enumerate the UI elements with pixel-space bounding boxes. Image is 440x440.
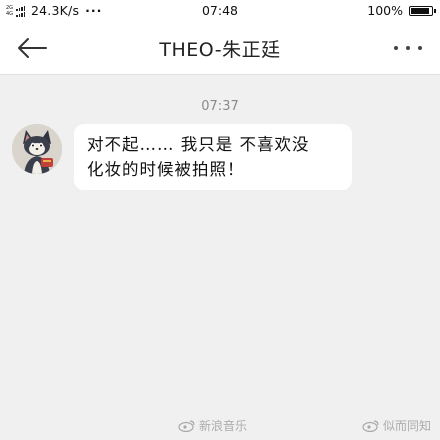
weibo-logo-icon bbox=[362, 420, 379, 432]
chat-area[interactable]: 07:37 对不起…… 我只是 不喜欢没 化妆的时候被拍照！ 新浪音乐 似而同知 bbox=[0, 75, 440, 440]
back-arrow-icon bbox=[18, 38, 47, 58]
watermark-text: 新浪音乐 bbox=[199, 419, 248, 433]
message-bubble[interactable]: 对不起…… 我只是 不喜欢没 化妆的时候被拍照！ bbox=[74, 124, 352, 190]
avatar[interactable] bbox=[12, 124, 62, 174]
battery-percent: 100% bbox=[367, 3, 403, 18]
more-dots-icon bbox=[394, 46, 422, 50]
battery-icon bbox=[409, 5, 436, 16]
watermark-text: 似而同知 bbox=[383, 419, 432, 433]
more-options-button[interactable] bbox=[390, 34, 426, 62]
conversation-title: THEO-朱正廷 bbox=[159, 39, 281, 61]
weibo-logo-icon bbox=[178, 420, 195, 432]
message-text-line: 化妆的时候被拍照！ bbox=[87, 160, 245, 179]
battery-fill bbox=[411, 7, 429, 14]
message-text-line: 对不起…… 我只是 不喜欢没 bbox=[87, 135, 310, 154]
watermark: 新浪音乐 bbox=[178, 417, 247, 434]
cartoon-cat-avatar-icon bbox=[12, 124, 62, 174]
status-right: 100% bbox=[367, 3, 436, 18]
back-button[interactable] bbox=[14, 34, 50, 62]
status-bar: 2G 4G 24.3K/s ··· 07:48 100% bbox=[0, 0, 440, 22]
conversation-header: THEO-朱正廷 bbox=[0, 22, 440, 75]
watermark: 似而同知 bbox=[362, 417, 431, 434]
message-timestamp: 07:37 bbox=[201, 99, 239, 114]
